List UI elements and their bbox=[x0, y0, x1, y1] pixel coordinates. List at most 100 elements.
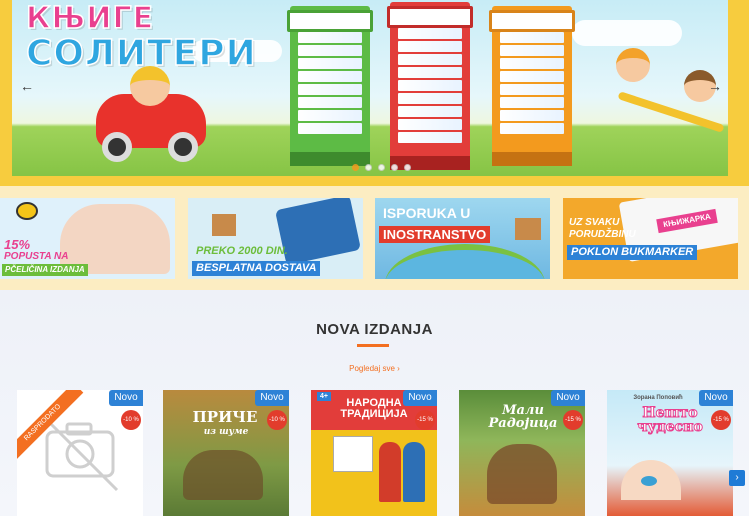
stand-shelf bbox=[398, 93, 462, 104]
promo-free-shipping-banner[interactable]: PREKO 2000 DIN. BESPLATNA DOSTAVA bbox=[188, 198, 363, 279]
slider-dot[interactable] bbox=[378, 164, 385, 171]
discount-badge: -15 % bbox=[563, 410, 583, 430]
promo-text: ISPORUKA U bbox=[383, 205, 471, 221]
slider-dot[interactable] bbox=[391, 164, 398, 171]
car-wheel bbox=[102, 132, 132, 162]
promo-text: POKLON BUKMARKER bbox=[567, 245, 698, 260]
stand-foot bbox=[492, 152, 572, 166]
stand-shelf bbox=[398, 54, 462, 65]
stand-shelf bbox=[500, 71, 564, 82]
phone-map-illustration bbox=[275, 198, 361, 266]
hero-title: КЊИГЕ СОЛИТЕРИ bbox=[25, 1, 257, 73]
promo-international-shipping-banner[interactable]: ISPORUKA U INOSTRANSTVO bbox=[375, 198, 550, 279]
section-title: NOVA IZDANJA bbox=[316, 321, 433, 338]
stand-header bbox=[489, 10, 575, 32]
stand-shelf bbox=[500, 110, 564, 121]
slider-dot[interactable] bbox=[352, 164, 359, 171]
stand-shelf bbox=[398, 41, 462, 52]
car-wheel bbox=[168, 132, 198, 162]
discount-badge: -10 % bbox=[267, 410, 287, 430]
new-badge: Novo bbox=[699, 390, 733, 406]
no-image-icon bbox=[45, 418, 119, 492]
stand-shelf bbox=[298, 71, 362, 82]
folk-figure bbox=[379, 442, 401, 502]
hero-frame: КЊИГЕ СОЛИТЕРИ ← → bbox=[0, 0, 749, 186]
product-card[interactable]: RASPRODATO Novo -10 % bbox=[17, 390, 143, 516]
cover-author: Зорана Поповић bbox=[633, 395, 683, 401]
product-card[interactable]: 4+ НАРОДНА ТРАДИЦИЈА Novo -15 % bbox=[311, 390, 437, 516]
stand-shelf bbox=[298, 110, 362, 121]
book-cover: Мали Радојица bbox=[459, 390, 585, 516]
globe-illustration bbox=[385, 244, 545, 279]
promo-text: PREKO 2000 DIN. bbox=[196, 245, 288, 257]
book-cover: ПРИЧЕ из шуме bbox=[163, 390, 289, 516]
cover-title: Нешто чудесно bbox=[637, 405, 704, 435]
product-card[interactable]: Мали Радојица Novo -15 % bbox=[459, 390, 585, 516]
slider-dot[interactable] bbox=[365, 164, 372, 171]
cover-title: ПРИЧЕ bbox=[192, 408, 258, 426]
new-badge: Novo bbox=[255, 390, 289, 406]
title-underline bbox=[357, 344, 389, 347]
stand-shelf bbox=[398, 80, 462, 91]
new-badge: Novo bbox=[109, 390, 143, 406]
stand-shelf bbox=[298, 32, 362, 43]
stand-shelf bbox=[398, 67, 462, 78]
cover-text-block bbox=[333, 436, 373, 472]
promo-percent: 15% bbox=[4, 237, 31, 252]
promo-text: UZ SVAKU bbox=[569, 217, 620, 228]
girl-illustration bbox=[616, 48, 650, 82]
promo-text: PČELIČINA IZDANJA bbox=[2, 264, 88, 276]
stand-shelf bbox=[398, 106, 462, 117]
slider-dot[interactable] bbox=[404, 164, 411, 171]
product-card[interactable]: Зорана Поповић Нешто чудесно Novo -15 % bbox=[607, 390, 733, 516]
promo-strip: 15% POPUSTA NA PČELIČINA IZDANJA PREKO 2… bbox=[0, 186, 749, 290]
stand-shelf bbox=[500, 97, 564, 108]
see-all-link[interactable]: Pogledaj sve › bbox=[0, 364, 749, 373]
hero-title-line1: КЊИГЕ bbox=[25, 1, 257, 36]
folk-figure bbox=[403, 442, 425, 502]
new-badge: Novo bbox=[403, 390, 437, 406]
promo-bookmark-banner[interactable]: КЊИЖАРКА UZ SVAKU PORUDŽBINU POKLON BUKM… bbox=[563, 198, 738, 279]
discount-badge: -15 % bbox=[711, 410, 731, 430]
book-stand-green bbox=[287, 6, 373, 166]
promo-discount-banner[interactable]: 15% POPUSTA NA PČELIČINA IZDANJA bbox=[0, 198, 175, 279]
stand-shelf bbox=[298, 45, 362, 56]
hero-title-text: КЊИГЕ bbox=[25, 1, 155, 36]
rider-illustration bbox=[487, 444, 557, 504]
discount-badge: -15 % bbox=[415, 410, 435, 430]
stand-shelf bbox=[398, 119, 462, 130]
promo-text: INOSTRANSTVO bbox=[379, 226, 491, 243]
kid-illustration bbox=[130, 66, 170, 106]
stand-shelf bbox=[298, 123, 362, 134]
stand-header bbox=[387, 6, 473, 28]
promo-text: POPUSTA NA bbox=[4, 251, 69, 262]
new-releases-section: NOVA IZDANJA Pogledaj sve › RASPRODATO N… bbox=[0, 290, 749, 516]
book-stand-red bbox=[387, 2, 473, 170]
stand-shelf bbox=[398, 132, 462, 143]
next-slide-button[interactable]: → bbox=[704, 75, 726, 97]
stand-shelf bbox=[500, 123, 564, 134]
book-stand-orange bbox=[489, 6, 575, 166]
cover-title: Мали Радојица bbox=[488, 403, 558, 431]
prev-slide-button[interactable]: ← bbox=[16, 75, 38, 97]
hero-banner[interactable]: КЊИГЕ СОЛИТЕРИ ← → bbox=[12, 0, 728, 176]
stand-shelf bbox=[298, 84, 362, 95]
promo-text: BESPLATNA DOSTAVA bbox=[192, 261, 321, 276]
stand-shelf bbox=[500, 58, 564, 69]
cover-subtitle: из шуме bbox=[203, 427, 249, 437]
book-cover: 4+ НАРОДНА ТРАДИЦИЈА bbox=[311, 390, 437, 516]
eye-illustration bbox=[641, 476, 657, 486]
new-badge: Novo bbox=[551, 390, 585, 406]
discount-badge: -10 % bbox=[121, 410, 141, 430]
stand-shelf bbox=[500, 32, 564, 43]
package-icon bbox=[515, 218, 541, 240]
product-card[interactable]: ПРИЧЕ из шуме Novo -10 % bbox=[163, 390, 289, 516]
stand-shelf bbox=[398, 28, 462, 39]
carousel-next-button[interactable]: › bbox=[729, 470, 745, 486]
package-icon bbox=[212, 214, 236, 236]
stand-shelf bbox=[298, 97, 362, 108]
book-cover: Зорана Поповић Нешто чудесно bbox=[607, 390, 733, 516]
stand-shelf bbox=[500, 45, 564, 56]
stand-shelf bbox=[500, 84, 564, 95]
bee-icon bbox=[16, 202, 38, 220]
